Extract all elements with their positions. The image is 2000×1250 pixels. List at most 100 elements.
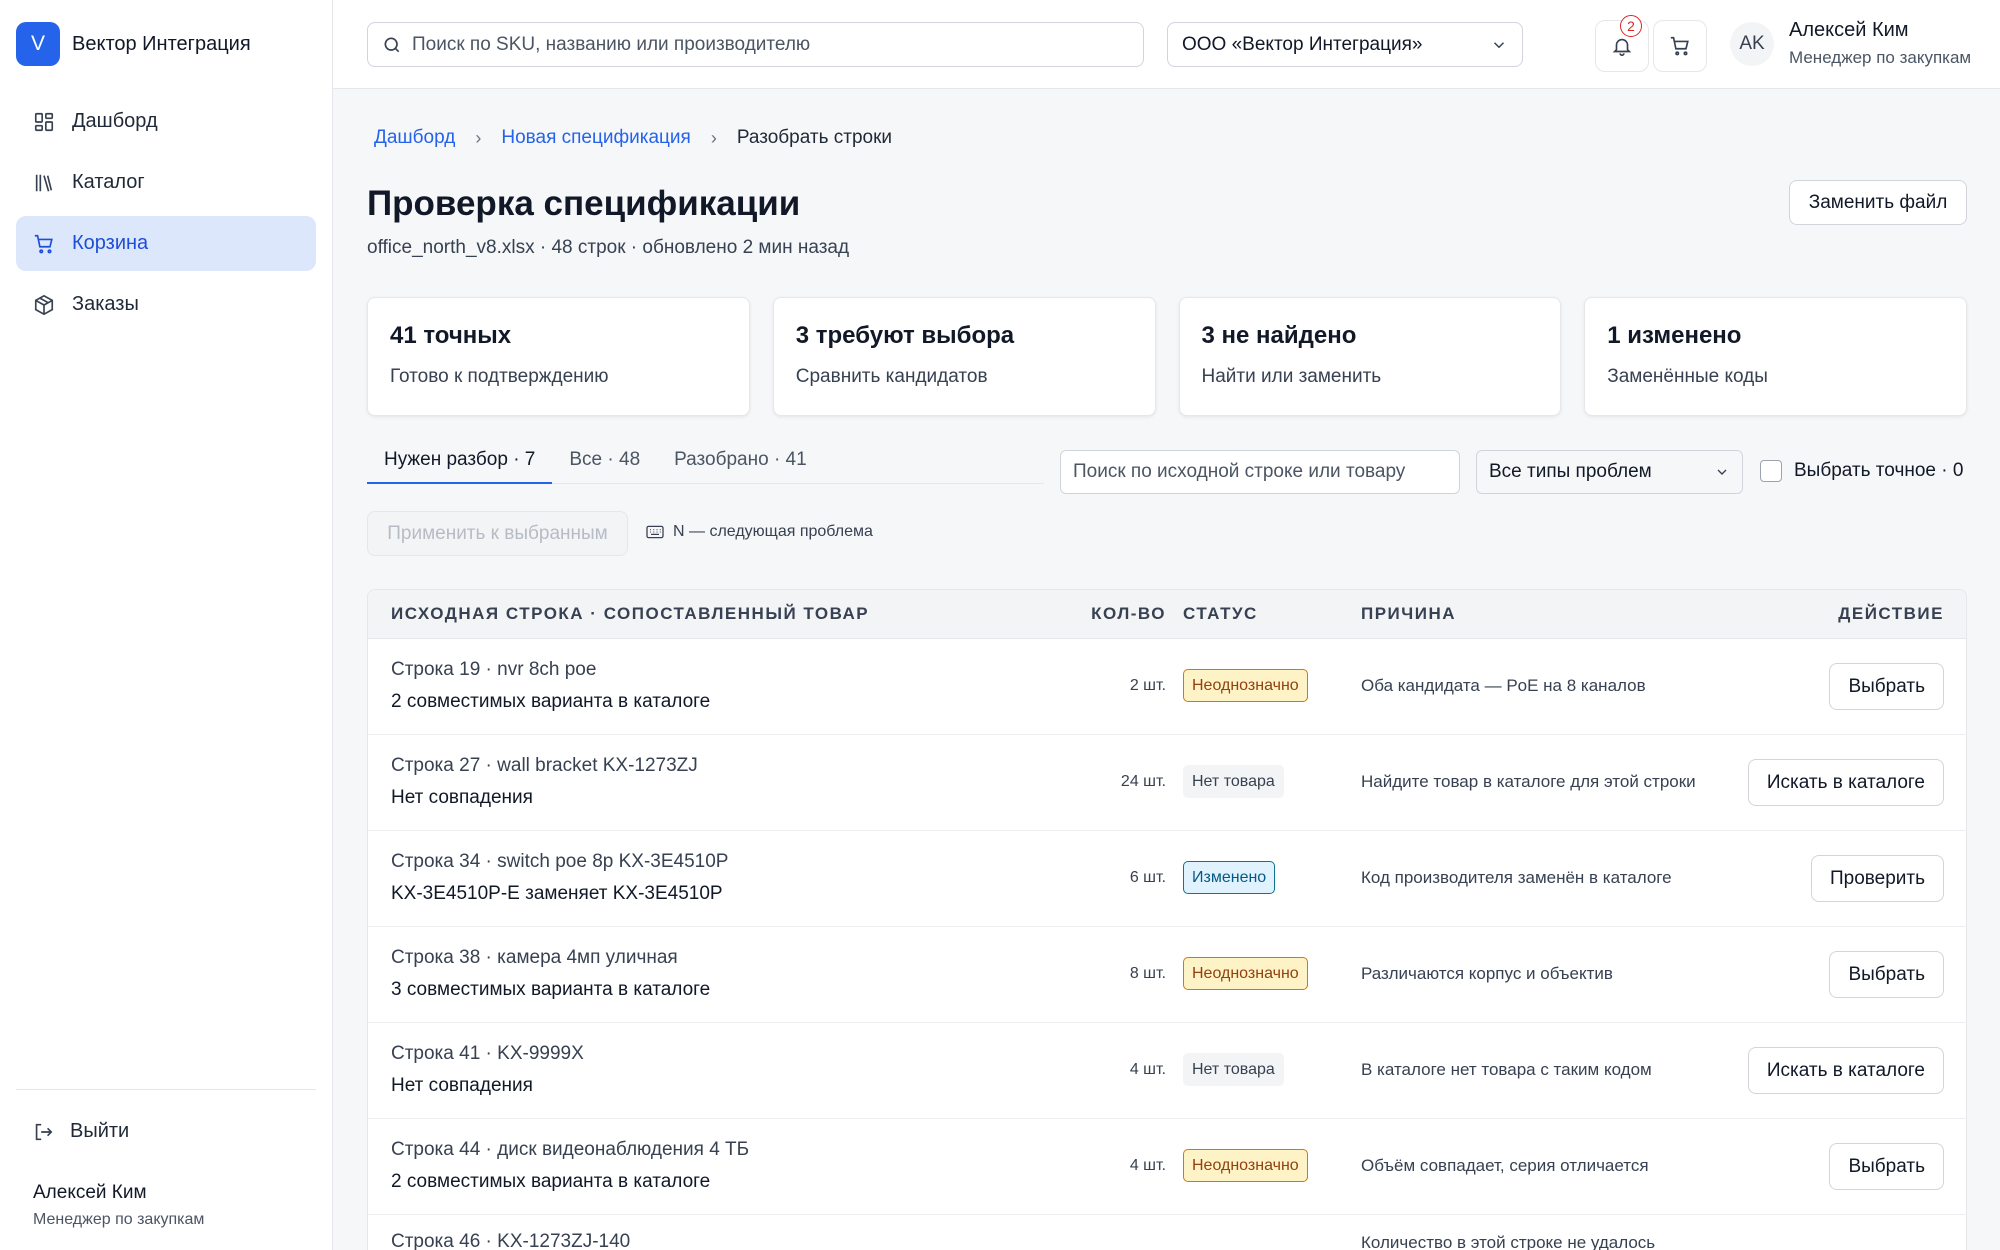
breadcrumb-new-spec[interactable]: Новая спецификация — [501, 127, 690, 149]
col-source: ИСХОДНАЯ СТРОКА · СОПОСТАВЛЕННЫЙ ТОВАР — [391, 604, 870, 623]
search-icon — [384, 37, 400, 52]
sidebar-item-label: Дашборд — [72, 110, 158, 132]
chevron-down-icon — [1717, 469, 1727, 475]
col-reason: ПРИЧИНА — [1361, 604, 1456, 623]
sidebar-user-name: Алексей Ким — [33, 1182, 147, 1203]
row-source: Строка 34 · switch poe 8p KX-3E4510P — [391, 851, 729, 872]
breadcrumb: Дашборд › Новая спецификация › Разобрать… — [374, 127, 892, 149]
sidebar-item-label: Каталог — [72, 171, 145, 193]
header-user-role: Менеджер по закупкам — [1789, 48, 1972, 67]
chevron-right-icon: › — [475, 127, 482, 148]
table-row[interactable]: Строка 44 · диск видеонаблюдения 4 ТБ 2 … — [368, 1119, 1966, 1215]
status-badge: Неоднозначно — [1183, 1149, 1308, 1182]
sidebar-divider — [16, 1089, 316, 1090]
select-exact-checkbox[interactable] — [1760, 460, 1782, 482]
card-subtitle: Сравнить кандидатов — [795, 366, 988, 387]
logout-icon — [35, 1123, 53, 1140]
col-qty: КОЛ-ВО — [1091, 604, 1166, 623]
table-header: ИСХОДНАЯ СТРОКА · СОПОСТАВЛЕННЫЙ ТОВАР К… — [368, 590, 1966, 639]
breadcrumb-current: Разобрать строки — [736, 127, 893, 148]
select-exact-label: Выбрать точное · 0 — [1794, 460, 1964, 481]
tab-all[interactable]: Все · 48 — [552, 439, 657, 484]
sidebar-item-cart[interactable]: Корзина — [16, 216, 316, 271]
row-source: Строка 27 · wall bracket KX-1273ZJ — [391, 755, 698, 776]
status-badge: Изменено — [1183, 861, 1276, 894]
problem-type-select[interactable]: Все типы проблем — [1476, 450, 1743, 494]
choose-button[interactable]: Выбрать — [1829, 663, 1944, 710]
cart-button[interactable] — [1653, 20, 1707, 72]
status-badge: Нет товара — [1183, 765, 1284, 798]
logout-button[interactable]: Выйти — [32, 1120, 129, 1143]
file-meta: office_north_v8.xlsx · 48 строк · обновл… — [367, 237, 850, 258]
row-reason: Различаются корпус и объектив — [1361, 964, 1613, 983]
package-icon — [32, 293, 56, 317]
catalog-icon — [32, 171, 56, 195]
search-catalog-button[interactable]: Искать в каталоге — [1747, 1047, 1944, 1094]
sidebar-nav: Дашборд Каталог Корзина Заказы — [16, 94, 316, 338]
sidebar-user-role: Менеджер по закупкам — [33, 1211, 205, 1228]
tab-needs-review[interactable]: Нужен разбор · 7 — [367, 439, 553, 484]
choose-button[interactable]: Выбрать — [1829, 951, 1944, 998]
row-qty: 2 шт. — [1129, 677, 1166, 694]
summary-card-exact[interactable]: 41 точных Готово к подтверждению — [367, 297, 750, 416]
avatar[interactable]: AK — [1730, 22, 1774, 66]
apply-to-selected-button[interactable]: Применить к выбранным — [367, 511, 628, 556]
row-search-input[interactable] — [1060, 450, 1460, 494]
notifications-badge: 2 — [1620, 15, 1642, 37]
row-match: Нет совпадения — [391, 1075, 533, 1096]
keyboard-hint-text: N — следующая проблема — [673, 523, 873, 540]
table-row[interactable]: Строка 27 · wall bracket KX-1273ZJ Нет с… — [368, 735, 1966, 831]
dashboard-icon — [32, 110, 56, 134]
keyboard-icon — [646, 525, 664, 539]
tab-resolved[interactable]: Разобрано · 41 — [657, 439, 824, 484]
select-exact: Выбрать точное · 0 — [1760, 460, 1963, 482]
row-reason: Найдите товар в каталоге для этой строки — [1361, 772, 1696, 791]
row-match: Нет совпадения — [391, 787, 533, 808]
status-badge: Неоднозначно — [1183, 669, 1308, 702]
notifications-button[interactable]: 2 — [1595, 15, 1649, 72]
row-source: Строка 46 · KX-1273ZJ-140 — [391, 1231, 631, 1250]
sidebar-item-catalog[interactable]: Каталог — [16, 155, 316, 210]
row-match: KX-3E4510P-E заменяет KX-3E4510P — [391, 883, 723, 904]
card-subtitle: Заменённые коды — [1607, 366, 1768, 387]
row-reason: Код производителя заменён в каталоге — [1361, 868, 1672, 887]
row-qty: 4 шт. — [1129, 1157, 1166, 1174]
summary-card-choice[interactable]: 3 требуют выбора Сравнить кандидатов — [772, 297, 1156, 416]
row-source: Строка 41 · KX-9999X — [391, 1043, 584, 1064]
choose-button[interactable]: Выбрать — [1829, 1143, 1944, 1190]
sidebar-item-dashboard[interactable]: Дашборд — [16, 94, 316, 149]
table-row[interactable]: Строка 41 · KX-9999X Нет совпадения 4 шт… — [368, 1023, 1966, 1119]
sidebar-item-orders[interactable]: Заказы — [16, 277, 316, 332]
summary-card-changed[interactable]: 1 изменено Заменённые коды — [1584, 297, 1967, 416]
brand[interactable]: V Вектор Интеграция — [16, 22, 251, 66]
review-button[interactable]: Проверить — [1810, 855, 1944, 902]
row-match: 2 совместимых варианта в каталоге — [391, 691, 711, 712]
cart-icon — [32, 232, 56, 256]
table-row[interactable]: Строка 46 · KX-1273ZJ-140 Количество в э… — [368, 1215, 1966, 1250]
org-select[interactable]: ООО «Вектор Интеграция» — [1167, 22, 1523, 67]
search-catalog-button[interactable]: Искать в каталоге — [1747, 759, 1944, 806]
row-reason: Количество в этой строке не удалось — [1361, 1233, 1656, 1250]
table-row[interactable]: Строка 38 · камера 4мп уличная 3 совмест… — [368, 927, 1966, 1023]
global-search[interactable] — [367, 22, 1144, 67]
keyboard-hint: N — следующая проблема — [645, 523, 873, 541]
brand-logo: V — [16, 22, 60, 66]
card-title: 41 точных — [390, 322, 512, 349]
search-input[interactable] — [412, 33, 1112, 56]
logout-label: Выйти — [70, 1120, 130, 1142]
header-user-name: Алексей Ким — [1789, 19, 1909, 41]
summary-card-not-found[interactable]: 3 не найдено Найти или заменить — [1178, 297, 1562, 416]
row-qty: 4 шт. — [1129, 1061, 1166, 1078]
sidebar-item-label: Корзина — [72, 232, 149, 254]
row-reason: В каталоге нет товара с таким кодом — [1361, 1060, 1652, 1079]
issues-table: ИСХОДНАЯ СТРОКА · СОПОСТАВЛЕННЫЙ ТОВАР К… — [367, 589, 1967, 1250]
status-badge: Нет товара — [1183, 1053, 1284, 1086]
chevron-down-icon — [1493, 41, 1505, 48]
row-source: Строка 38 · камера 4мп уличная — [391, 947, 678, 968]
breadcrumb-dashboard[interactable]: Дашборд — [374, 127, 455, 149]
table-row[interactable]: Строка 34 · switch poe 8p KX-3E4510P KX-… — [368, 831, 1966, 927]
row-match: 3 совместимых варианта в каталоге — [391, 979, 711, 1000]
replace-file-button[interactable]: Заменить файл — [1789, 180, 1967, 225]
table-row[interactable]: Строка 19 · nvr 8ch poe 2 совместимых ва… — [368, 639, 1966, 735]
filter-tabs: Нужен разбор · 7 Все · 48 Разобрано · 41 — [367, 439, 1044, 484]
